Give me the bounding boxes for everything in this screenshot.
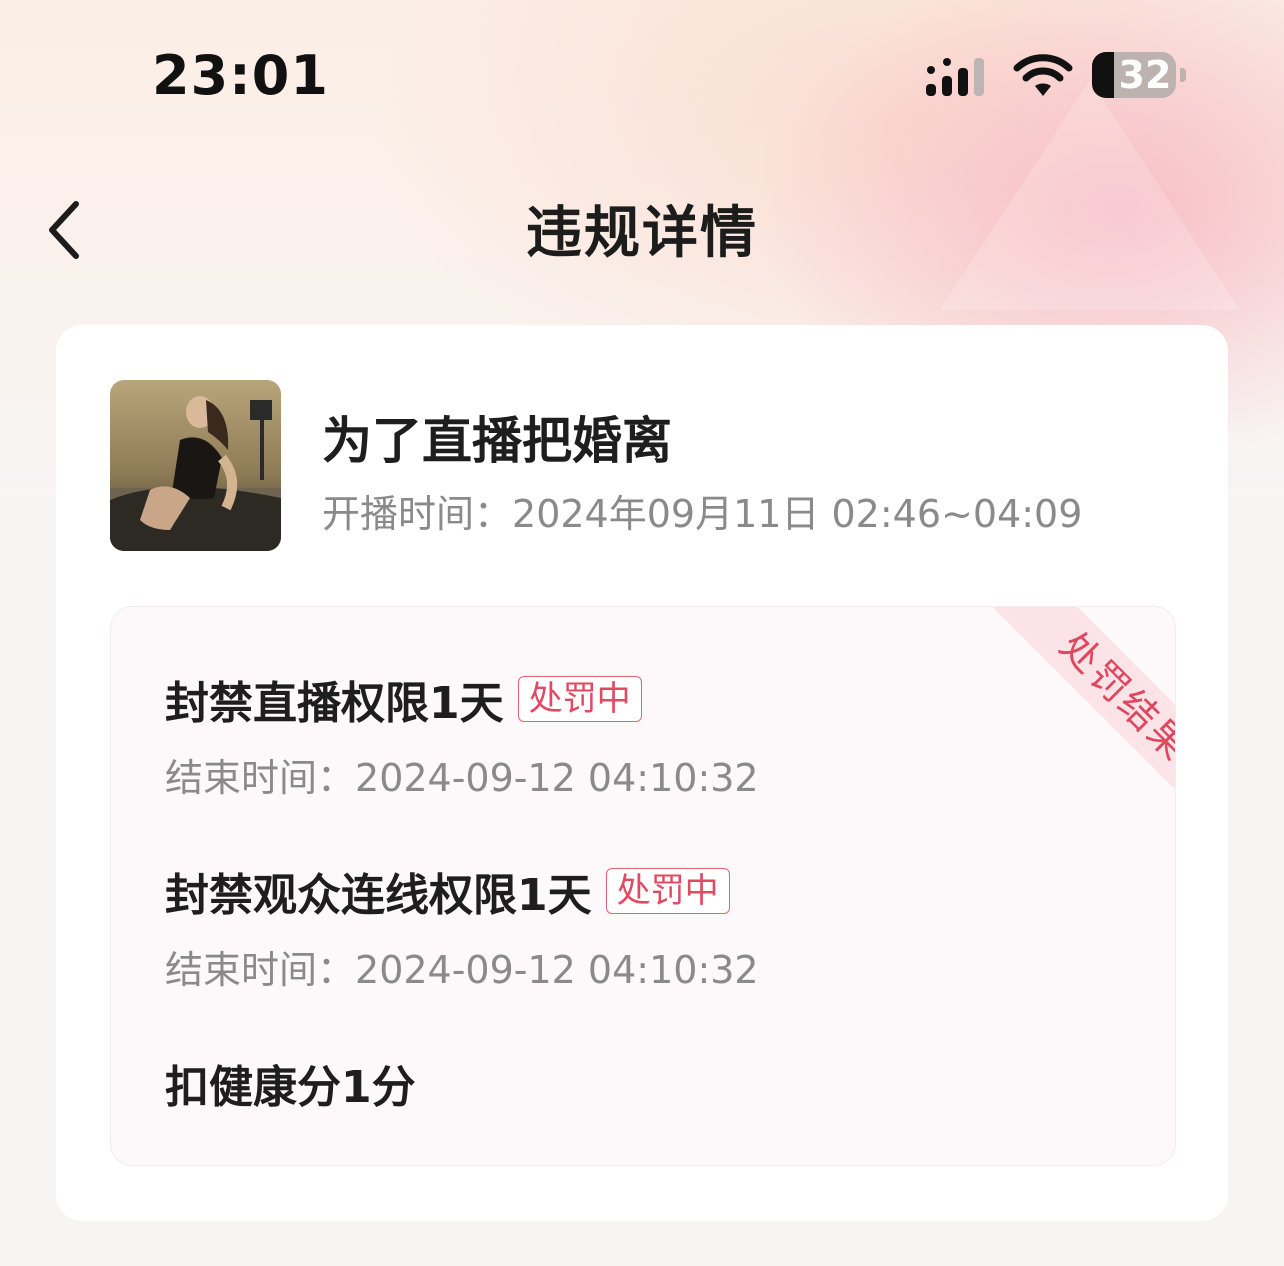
signal-icon bbox=[926, 58, 984, 96]
stream-thumbnail[interactable] bbox=[110, 380, 281, 551]
penalty-end-time: 结束时间：2024-09-12 04:10:32 bbox=[165, 747, 759, 802]
end-time-value: 2024-09-12 04:10:32 bbox=[355, 948, 759, 992]
end-time-value: 2024-09-12 04:10:32 bbox=[355, 756, 759, 800]
stream-time-label: 开播时间： bbox=[322, 492, 513, 536]
wifi-icon bbox=[1013, 54, 1073, 96]
result-ribbon: 处罚结果 bbox=[955, 607, 1175, 827]
thumbnail-image bbox=[110, 380, 281, 551]
penalty-item: 封禁观众连线权限1天 处罚中 bbox=[165, 859, 730, 923]
penalty-item: 封禁直播权限1天 处罚中 bbox=[165, 667, 642, 731]
status-bar: 23:01 32 bbox=[0, 0, 1284, 150]
status-badge: 处罚中 bbox=[517, 676, 642, 722]
battery-icon: 32 bbox=[1092, 52, 1188, 100]
end-time-label: 结束时间： bbox=[165, 948, 356, 992]
penalty-name: 封禁观众连线权限1天 bbox=[165, 870, 592, 921]
navigation-bar: 违规详情 bbox=[0, 170, 1284, 280]
stream-time: 开播时间：2024年09月11日 02:46~04:09 bbox=[322, 483, 1082, 538]
penalty-item: 扣健康分1分 bbox=[165, 1051, 416, 1115]
stream-title: 为了直播把婚离 bbox=[322, 412, 672, 470]
result-ribbon-label: 处罚结果 bbox=[990, 607, 1175, 827]
penalty-name: 封禁直播权限1天 bbox=[165, 678, 504, 729]
penalty-name: 扣健康分1分 bbox=[165, 1062, 416, 1113]
battery-level: 32 bbox=[1118, 53, 1172, 97]
penalty-result-box: 处罚结果 封禁直播权限1天 处罚中 结束时间：2024-09-12 04:10:3… bbox=[110, 606, 1176, 1166]
end-time-label: 结束时间： bbox=[165, 756, 356, 800]
status-time: 23:01 bbox=[152, 44, 329, 107]
stream-time-value: 2024年09月11日 02:46~04:09 bbox=[512, 492, 1083, 536]
status-badge: 处罚中 bbox=[605, 868, 730, 914]
penalty-end-time: 结束时间：2024-09-12 04:10:32 bbox=[165, 939, 759, 994]
violation-card: 为了直播把婚离 开播时间：2024年09月11日 02:46~04:09 处罚结… bbox=[56, 325, 1228, 1221]
page-title: 违规详情 bbox=[526, 201, 758, 266]
